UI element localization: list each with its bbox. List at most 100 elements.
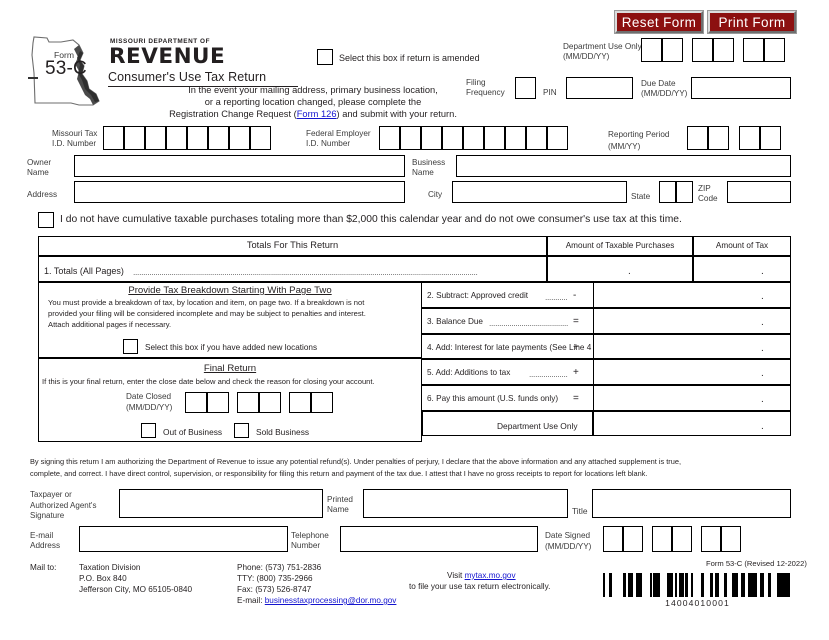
date-signed-yy-2[interactable] — [721, 526, 741, 552]
federal-employer-id-box-1[interactable] — [379, 126, 400, 150]
dept-use-yy-2[interactable] — [764, 38, 785, 62]
reporting-period-yy-2[interactable] — [760, 126, 781, 150]
calc-line-3-operator: = — [573, 315, 579, 327]
filing-frequency-field[interactable] — [515, 77, 536, 99]
line1-tax-decimal: . — [761, 266, 764, 277]
missouri-tax-id-box-6[interactable] — [208, 126, 229, 150]
federal-employer-id-box-3[interactable] — [421, 126, 442, 150]
zip-code-field[interactable] — [727, 181, 791, 203]
federal-employer-id-box-8[interactable] — [526, 126, 547, 150]
dept-use-yy-1[interactable] — [743, 38, 764, 62]
declaration-line-1: By signing this return I am authorizing … — [30, 457, 682, 466]
logo-dash — [28, 77, 38, 79]
federal-employer-id-box-6[interactable] — [484, 126, 505, 150]
city-field[interactable] — [452, 181, 627, 203]
breakdown-body-line3: Attach additional pages if necessary. — [48, 320, 172, 329]
date-signed-mm-1[interactable] — [603, 526, 623, 552]
pin-field[interactable] — [566, 77, 633, 99]
calc-line-2-label: 2. Subtract: Approved credit — [427, 291, 529, 300]
notice-line-1: In the event your mailing address, prima… — [188, 85, 438, 95]
no-tax-owed-checkbox[interactable] — [38, 212, 54, 228]
email-address-field[interactable] — [79, 526, 288, 552]
line1-tax-field[interactable] — [693, 256, 791, 282]
date-closed-yy-1[interactable] — [289, 392, 311, 413]
federal-employer-id-box-2[interactable] — [400, 126, 421, 150]
line1-leader: ........................................… — [133, 267, 478, 277]
date-closed-dd-1[interactable] — [237, 392, 259, 413]
calc-line-5-leader: ........................................… — [529, 369, 568, 380]
telephone-number-field[interactable] — [340, 526, 538, 552]
date-signed-dd-2[interactable] — [672, 526, 692, 552]
visit-prefix: Visit — [447, 571, 465, 580]
dept-use-mm-1[interactable] — [641, 38, 662, 62]
missouri-tax-id-box-3[interactable] — [145, 126, 166, 150]
missouri-tax-id-box-5[interactable] — [187, 126, 208, 150]
business-tax-email-link[interactable]: businesstaxprocessing@dor.mo.gov — [265, 596, 397, 605]
missouri-tax-id-box-4[interactable] — [166, 126, 187, 150]
amended-return-checkbox[interactable] — [317, 49, 333, 65]
visit-suffix: to file your use tax return electronical… — [409, 582, 551, 591]
reset-form-button[interactable]: Reset Form — [615, 11, 703, 33]
federal-employer-id-box-5[interactable] — [463, 126, 484, 150]
dept-use-mm-2[interactable] — [662, 38, 683, 62]
no-tax-owed-statement: I do not have cumulative taxable purchas… — [60, 214, 682, 225]
pin-label: PIN — [543, 88, 557, 97]
date-signed-label: Date Signed — [545, 531, 591, 540]
business-name-field[interactable] — [456, 155, 791, 177]
form-revision-label: Form 53-C (Revised 12-2022) — [706, 559, 807, 568]
date-closed-mm-1[interactable] — [185, 392, 207, 413]
date-signed-yy-1[interactable] — [701, 526, 721, 552]
out-of-business-checkbox[interactable] — [141, 423, 156, 438]
sold-business-checkbox[interactable] — [234, 423, 249, 438]
dept-use-dd-1[interactable] — [692, 38, 713, 62]
mail-address-line3: Jefferson City, MO 65105-0840 — [79, 585, 193, 594]
calc-line-6-label: 6. Pay this amount (U.S. funds only) — [427, 394, 559, 404]
taxpayer-signature-field[interactable] — [119, 489, 323, 518]
date-signed-dd-1[interactable] — [652, 526, 672, 552]
state-label: State — [631, 192, 651, 201]
email-label: E-mail: — [237, 596, 265, 605]
federal-employer-id-box-7[interactable] — [505, 126, 526, 150]
dept-use-only-format: (MM/DD/YY) — [563, 52, 610, 61]
new-locations-checkbox[interactable] — [123, 339, 138, 354]
reporting-period-mm-1[interactable] — [687, 126, 708, 150]
col-tax-header: Amount of Tax — [715, 241, 769, 250]
reporting-period-mm-2[interactable] — [708, 126, 729, 150]
date-closed-dd-2[interactable] — [259, 392, 281, 413]
state-field-2[interactable] — [676, 181, 693, 203]
fax-number: Fax: (573) 526-8747 — [237, 585, 312, 594]
line1-taxable-field[interactable] — [547, 256, 693, 282]
col-taxable-header: Amount of Taxable Purchases — [565, 241, 675, 250]
federal-employer-id-box-9[interactable] — [547, 126, 568, 150]
missouri-tax-id-box-2[interactable] — [124, 126, 145, 150]
line1-taxable-decimal: . — [628, 266, 631, 277]
state-field-1[interactable] — [659, 181, 676, 203]
title-field[interactable] — [592, 489, 791, 518]
printed-name-field[interactable] — [363, 489, 568, 518]
mytax-link[interactable]: mytax.mo.gov — [465, 571, 516, 580]
mail-address-line1: Taxation Division — [79, 563, 141, 572]
reporting-period-yy-1[interactable] — [739, 126, 760, 150]
missouri-tax-id-box-1[interactable] — [103, 126, 124, 150]
dept-use-row-decimal: . — [761, 421, 764, 432]
missouri-tax-id-box-7[interactable] — [229, 126, 250, 150]
reporting-period-format: (MM/YY) — [608, 142, 641, 151]
calc-line-2-decimal: . — [761, 291, 764, 302]
telephone-number-label: Telephone Number — [291, 531, 329, 550]
calc-line-3-label: 3. Balance Due — [427, 316, 483, 326]
federal-employer-id-box-4[interactable] — [442, 126, 463, 150]
date-closed-mm-2[interactable] — [207, 392, 229, 413]
printed-name-label: Printed Name — [327, 495, 353, 514]
due-date-field[interactable] — [691, 77, 791, 99]
notice-line-2: or a reporting location changed, please … — [204, 97, 422, 107]
missouri-tax-id-box-8[interactable] — [250, 126, 271, 150]
date-closed-yy-2[interactable] — [311, 392, 333, 413]
notice-line-3: Registration Change Request (Form 126) a… — [163, 108, 463, 121]
visit-row: Visit mytax.mo.gov — [447, 570, 516, 582]
owner-name-field[interactable] — [74, 155, 405, 177]
form-126-link[interactable]: Form 126 — [297, 109, 337, 119]
print-form-button[interactable]: Print Form — [708, 11, 796, 33]
date-signed-mm-2[interactable] — [623, 526, 643, 552]
address-field[interactable] — [74, 181, 405, 203]
dept-use-dd-2[interactable] — [713, 38, 734, 62]
